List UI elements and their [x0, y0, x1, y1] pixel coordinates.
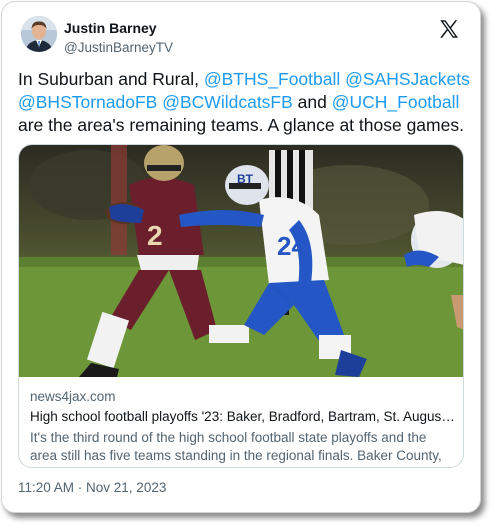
- mention-link[interactable]: @BHSTornadoFB: [18, 92, 157, 112]
- mention-link[interactable]: @BCWildcatsFB: [162, 92, 293, 112]
- football-photo: 2 BT 24: [19, 145, 463, 377]
- tweet-text-start: In Suburban and Rural,: [18, 69, 204, 89]
- tweet-text-and: and: [292, 92, 332, 112]
- link-description: It's the third round of the high school …: [30, 430, 442, 463]
- mention-link[interactable]: @SAHSJackets: [345, 69, 470, 89]
- author-name[interactable]: Justin Barney: [64, 20, 157, 36]
- mention-link[interactable]: @UCH_Football: [332, 92, 460, 112]
- author-handle[interactable]: @JustinBarneyTV: [64, 40, 173, 55]
- avatar[interactable]: [21, 16, 57, 52]
- tweet-text: In Suburban and Rural, @BTHS_Football @S…: [18, 68, 470, 137]
- link-domain: news4jax.com: [30, 389, 116, 404]
- x-logo-icon[interactable]: [438, 18, 460, 40]
- tweet-card: Justin Barney @JustinBarneyTV In Suburba…: [1, 1, 481, 513]
- tweet-timestamp[interactable]: 11:20 AM · Nov 21, 2023: [18, 480, 166, 495]
- tweet-header: Justin Barney @JustinBarneyTV: [18, 16, 466, 64]
- avatar-image: [21, 16, 57, 52]
- mention-link[interactable]: @BTHS_Football: [204, 69, 340, 89]
- link-preview-card[interactable]: 2 BT 24 news4jax.com High school footbal…: [18, 144, 464, 468]
- link-title: High school football playoffs '23: Baker…: [30, 409, 456, 424]
- svg-text:BT: BT: [237, 172, 254, 186]
- svg-text:2: 2: [147, 220, 163, 251]
- tweet-text-end: are the area's remaining teams. A glance…: [18, 115, 464, 135]
- svg-text:24: 24: [277, 231, 306, 261]
